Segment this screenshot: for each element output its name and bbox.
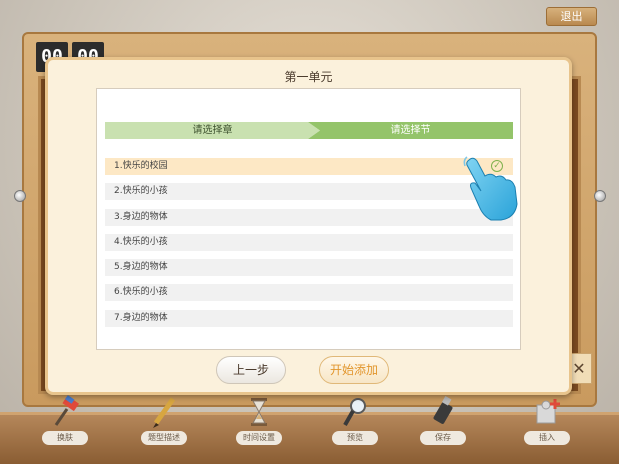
list-item-label: 4.快乐的小孩 [114,236,168,247]
puzzle-plus-icon [536,399,560,424]
select-section-dialog: 第一单元 请选择章 请选择节 1.快乐的校园 ✓ 2.快乐的小孩 3.身边的物体… [45,57,572,395]
toolbar-label: 预览 [332,431,378,445]
toolbar-label: 插入 [524,431,570,445]
list-item-label: 6.快乐的小孩 [114,287,168,298]
list-item-label: 1.快乐的校园 [114,161,168,171]
pointing-hand-icon [463,156,518,221]
toolbar-label: 时间设置 [236,431,282,445]
list-item-label: 5.身边的物体 [114,262,168,273]
start-add-button[interactable]: 开始添加 [319,356,389,384]
list-item-label: 3.身边的物体 [114,211,168,222]
toolbar-item-insert[interactable]: 插入 [522,395,572,457]
list-item[interactable]: 5.身边的物体 [105,259,513,277]
toolbar-label: 换肤 [42,431,88,445]
list-item-label: 2.快乐的小孩 [114,186,168,197]
magnifier-icon [343,398,366,426]
toolbar-label: 题型描述 [141,431,187,445]
list-item[interactable]: 7.身边的物体 [105,309,513,327]
pencil-icon [153,397,176,428]
exit-button[interactable]: 退出 [546,7,597,26]
step-progress: 请选择章 请选择节 [105,122,513,139]
previous-step-button[interactable]: 上一步 [216,356,286,384]
list-item[interactable]: 3.身边的物体 [105,208,513,226]
section-list: 1.快乐的校园 ✓ 2.快乐的小孩 3.身边的物体 4.快乐的小孩 5.身边的物… [105,158,513,335]
hourglass-icon [251,398,267,426]
toolbar-item-time[interactable]: 时间设置 [234,395,284,457]
list-item[interactable]: 6.快乐的小孩 [105,284,513,302]
dialog-panel: 请选择章 请选择节 1.快乐的校园 ✓ 2.快乐的小孩 3.身边的物体 4.快乐… [96,88,521,350]
toolbar-item-preview[interactable]: 预览 [330,395,380,457]
dialog-title: 第一单元 [284,70,333,84]
toolbar-item-description[interactable]: 题型描述 [139,395,189,457]
list-item[interactable]: 2.快乐的小孩 [105,183,513,201]
list-item-label: 7.身边的物体 [114,312,168,323]
left-knob [14,190,26,202]
right-knob [594,190,606,202]
toolbar-label: 保存 [420,431,466,445]
list-item[interactable]: 4.快乐的小孩 [105,233,513,251]
list-item[interactable]: 1.快乐的校园 ✓ [105,158,513,175]
toolbar-item-save[interactable]: 保存 [418,395,468,457]
step-select-section: 请选择节 [308,122,513,139]
paint-roller-icon [54,395,80,426]
usb-drive-icon [433,396,453,424]
toolbar-item-skin[interactable]: 换肤 [40,395,90,457]
step-select-chapter: 请选择章 [105,122,320,139]
